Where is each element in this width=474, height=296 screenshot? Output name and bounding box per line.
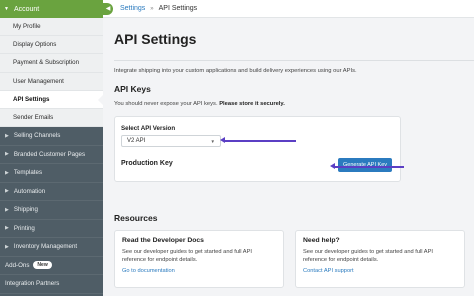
new-badge: New — [33, 261, 52, 270]
chevron-right-icon: ▶ — [5, 188, 9, 195]
chevron-right-icon: ▶ — [5, 243, 9, 250]
main-content: API Settings Integrate shipping into you… — [103, 18, 474, 296]
sidebar-item-label: Inventory Management — [13, 243, 78, 251]
contact-api-support-link[interactable]: Contact API support — [303, 268, 457, 274]
sidebar-item-label: Templates — [13, 169, 43, 177]
chevron-right-icon: ▶ — [5, 151, 9, 158]
resources-heading: Resources — [114, 213, 158, 223]
sidebar-item-label: Branded Customer Pages — [13, 150, 86, 158]
account-submenu: My Profile Display Options Payment & Sub… — [0, 18, 103, 128]
sidebar-item-label: Shipping — [13, 206, 38, 214]
chevron-right-icon: ▶ — [5, 225, 9, 232]
sidebar-item-my-profile[interactable]: My Profile — [0, 18, 103, 37]
chevron-right-icon: ▶ — [5, 206, 9, 213]
resource-card-docs: Read the Developer Docs See our develope… — [114, 230, 284, 288]
breadcrumb: Settings » API Settings — [120, 5, 197, 12]
go-to-documentation-link[interactable]: Go to documentation — [122, 268, 276, 274]
chevron-right-icon: ▶ — [5, 169, 9, 176]
sidebar-item-label: Automation — [13, 187, 46, 195]
chevron-right-icon: ▶ — [5, 132, 9, 139]
sidebar-item-shipping[interactable]: ▶ Shipping — [0, 201, 103, 220]
sidebar-item-label: Integration Partners — [5, 280, 60, 288]
annotation-arrow-version — [220, 137, 296, 143]
title-divider — [114, 60, 474, 61]
page-intro: Integrate shipping into your custom appl… — [114, 68, 357, 74]
sidebar-item-branded-customer-pages[interactable]: ▶ Branded Customer Pages — [0, 146, 103, 165]
resource-card-desc: See our developer guides to get started … — [122, 249, 252, 264]
sidebar-account-header[interactable]: ▼ Account — [0, 0, 103, 18]
annotation-arrow-generate — [330, 163, 404, 169]
warning-bold-text: Please store it securely. — [219, 101, 285, 107]
sidebar-item-selling-channels[interactable]: ▶ Selling Channels — [0, 127, 103, 146]
sidebar-item-add-ons[interactable]: Add-Ons New — [0, 257, 103, 276]
sidebar-item-label: Printing — [13, 224, 35, 232]
resource-card-help: Need help? See our developer guides to g… — [295, 230, 465, 288]
api-keys-heading: API Keys — [114, 84, 151, 94]
sidebar-toggle-button[interactable]: ◀ — [103, 2, 113, 15]
top-bar: ◀ Settings » API Settings — [103, 0, 474, 18]
sidebar-item-automation[interactable]: ▶ Automation — [0, 183, 103, 202]
breadcrumb-separator: » — [150, 5, 154, 12]
resource-card-title: Read the Developer Docs — [122, 237, 204, 244]
api-version-value: V2 API — [127, 138, 146, 144]
sidebar-item-integration-partners[interactable]: Integration Partners — [0, 275, 103, 294]
chevron-down-icon: ▼ — [4, 6, 9, 12]
generate-api-key-button[interactable]: Generate API Key — [338, 158, 392, 172]
sidebar-account-label: Account — [13, 5, 40, 13]
page-title: API Settings — [114, 31, 197, 47]
api-keys-card: Select API Version V2 API ▼ Production K… — [114, 116, 401, 182]
warning-text: You should never expose your API keys. — [114, 101, 218, 107]
sidebar-item-sender-emails[interactable]: Sender Emails — [0, 109, 103, 128]
api-version-label: Select API Version — [121, 125, 176, 132]
production-key-label: Production Key — [121, 160, 173, 167]
sidebar-item-display-options[interactable]: Display Options — [0, 36, 103, 55]
sidebar: ▼ Account My Profile Display Options Pay… — [0, 0, 103, 296]
api-keys-warning: You should never expose your API keys. P… — [114, 101, 285, 107]
chevron-left-icon: ◀ — [105, 6, 111, 12]
sidebar-item-payment-subscription[interactable]: Payment & Subscription — [0, 54, 103, 73]
sidebar-item-templates[interactable]: ▶ Templates — [0, 164, 103, 183]
breadcrumb-current: API Settings — [158, 5, 198, 12]
sidebar-item-api-settings[interactable]: API Settings — [0, 90, 103, 109]
api-version-select[interactable]: V2 API ▼ — [121, 135, 221, 147]
sidebar-item-label: Add-Ons — [5, 261, 30, 269]
resource-card-title: Need help? — [303, 237, 340, 244]
resource-card-desc: See our developer guides to get started … — [303, 249, 433, 264]
sidebar-item-inventory-management[interactable]: ▶ Inventory Management — [0, 238, 103, 257]
sidebar-item-label: Selling Channels — [13, 132, 61, 140]
sidebar-item-user-management[interactable]: User Management — [0, 73, 103, 91]
sidebar-item-printing[interactable]: ▶ Printing — [0, 220, 103, 239]
breadcrumb-settings-link[interactable]: Settings — [120, 5, 145, 12]
chevron-down-icon: ▼ — [210, 138, 215, 144]
